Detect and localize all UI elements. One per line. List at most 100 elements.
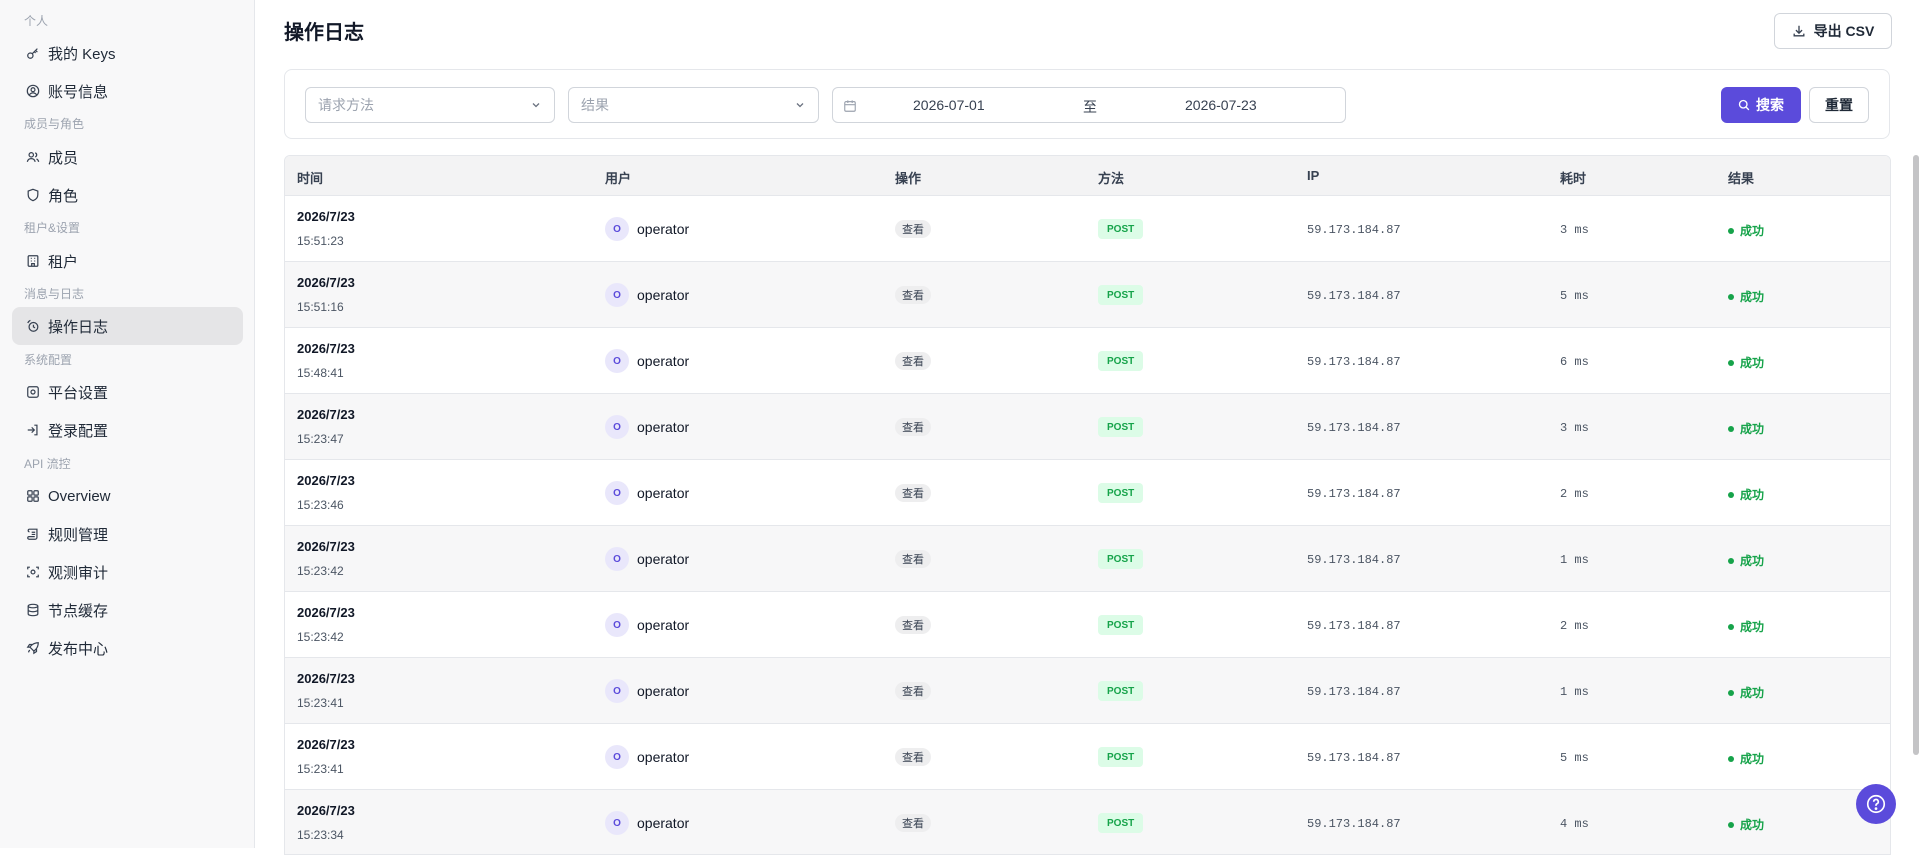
row-ip: 59.173.184.87 xyxy=(1307,553,1401,567)
table-row[interactable]: 2026/7/23 15:51:23 Ooperator 查看 POST 59.173.1… xyxy=(285,196,1890,262)
table-row[interactable]: 2026/7/23 15:23:34 Ooperator 查看 POST 59.173.1… xyxy=(285,790,1890,854)
operation-badge: 查看 xyxy=(895,616,931,634)
sidebar-item-observe[interactable]: 观测审计 xyxy=(12,553,243,591)
rocket-icon xyxy=(26,641,40,655)
search-icon xyxy=(1738,99,1750,111)
sidebar-group-system: 系统配置 xyxy=(24,353,73,367)
sidebar-item-label: 角色 xyxy=(48,187,79,205)
sidebar-item-node-cache[interactable]: 节点缓存 xyxy=(12,591,243,629)
row-user: operator xyxy=(637,221,690,237)
date-range-picker[interactable]: 2026-07-01 至 2026-07-23 xyxy=(832,87,1346,123)
sidebar-group-logs: 消息与日志 xyxy=(24,287,85,301)
sidebar-item-roles[interactable]: 角色 xyxy=(12,176,243,214)
table-row[interactable]: 2026/7/23 15:23:47 Ooperator 查看 POST 59.173.1… xyxy=(285,394,1890,460)
date-separator: 至 xyxy=(1083,99,1097,115)
sidebar-item-label: 账号信息 xyxy=(48,83,109,101)
row-result: 成功 xyxy=(1740,224,1765,238)
status-dot xyxy=(1728,425,1734,432)
search-button[interactable]: 搜索 xyxy=(1721,87,1801,123)
row-duration: 5 ms xyxy=(1560,751,1589,765)
download-icon xyxy=(1792,24,1806,38)
method-badge: POST xyxy=(1098,351,1144,371)
column-header-result[interactable]: 结果 xyxy=(1728,168,1754,187)
operation-badge: 查看 xyxy=(895,286,931,304)
row-user: operator xyxy=(637,551,690,567)
help-button[interactable] xyxy=(1856,784,1896,824)
row-result: 成功 xyxy=(1740,488,1765,502)
sidebar-item-label: 发布中心 xyxy=(48,640,109,658)
table-row[interactable]: 2026/7/23 15:23:46 Ooperator 查看 POST 59.173.1… xyxy=(285,460,1890,526)
sidebar-item-label: 成员 xyxy=(48,149,79,167)
date-from[interactable]: 2026-07-01 xyxy=(913,97,985,113)
row-user: operator xyxy=(637,485,690,501)
user-circle-icon xyxy=(26,84,40,98)
status-dot xyxy=(1728,821,1734,828)
sidebar-item-tenant[interactable]: 租户 xyxy=(12,242,243,280)
column-header-user[interactable]: 用户 xyxy=(605,168,631,187)
row-date: 2026/7/23 xyxy=(297,407,355,422)
sidebar: 个人 我的 Keys 账号信息 成员与角色 成员 角色 租户&设置 租户 消息与… xyxy=(0,0,255,848)
column-header-duration[interactable]: 耗时 xyxy=(1560,168,1586,187)
sidebar-item-my-keys[interactable]: 我的 Keys xyxy=(12,34,243,72)
row-user: operator xyxy=(637,683,690,699)
row-date: 2026/7/23 xyxy=(297,605,355,620)
column-header-operation[interactable]: 操作 xyxy=(895,168,921,187)
sidebar-group-personal: 个人 xyxy=(24,14,49,28)
method-badge: POST xyxy=(1098,417,1144,437)
log-icon xyxy=(26,319,40,333)
row-result: 成功 xyxy=(1740,818,1765,832)
avatar: O xyxy=(605,283,629,307)
sidebar-item-label: 租户 xyxy=(48,253,79,271)
table-row[interactable]: 2026/7/23 15:48:41 Ooperator 查看 POST 59.173.1… xyxy=(285,328,1890,394)
scrollbar-thumb[interactable] xyxy=(1913,155,1919,755)
method-select[interactable]: 请求方法 xyxy=(305,87,555,123)
sidebar-item-op-log[interactable]: 操作日志 xyxy=(12,307,243,345)
status-dot xyxy=(1728,359,1734,366)
method-badge: POST xyxy=(1098,219,1144,239)
result-select[interactable]: 结果 xyxy=(568,87,819,123)
table-row[interactable]: 2026/7/23 15:23:42 Ooperator 查看 POST 59.173.1… xyxy=(285,592,1890,658)
date-to[interactable]: 2026-07-23 xyxy=(1185,97,1257,113)
operation-badge: 查看 xyxy=(895,418,931,436)
operation-badge: 查看 xyxy=(895,748,931,766)
table-row[interactable]: 2026/7/23 15:23:42 Ooperator 查看 POST 59.173.1… xyxy=(285,526,1890,592)
sidebar-item-overview[interactable]: Overview xyxy=(12,477,243,515)
shield-icon xyxy=(26,188,40,202)
column-header-method[interactable]: 方法 xyxy=(1098,168,1124,187)
column-header-ip[interactable]: IP xyxy=(1307,168,1319,183)
operation-badge: 查看 xyxy=(895,550,931,568)
table-header: 时间 用户 操作 方法 IP 耗时 结果 xyxy=(285,156,1890,196)
sidebar-item-rules[interactable]: 规则管理 xyxy=(12,515,243,553)
row-duration: 3 ms xyxy=(1560,223,1589,237)
row-date: 2026/7/23 xyxy=(297,671,355,686)
chevron-down-icon xyxy=(532,103,540,108)
avatar: O xyxy=(605,217,629,241)
row-ip: 59.173.184.87 xyxy=(1307,487,1401,501)
status-badge: 成功 xyxy=(1728,552,1764,569)
row-time: 15:23:41 xyxy=(297,696,344,710)
avatar: O xyxy=(605,415,629,439)
sidebar-item-label: 登录配置 xyxy=(48,422,109,440)
table-row[interactable]: 2026/7/23 15:23:41 Ooperator 查看 POST 59.173.1… xyxy=(285,724,1890,790)
reset-button[interactable]: 重置 xyxy=(1809,87,1869,123)
sidebar-item-login-config[interactable]: 登录配置 xyxy=(12,411,243,449)
sidebar-item-members[interactable]: 成员 xyxy=(12,138,243,176)
method-badge: POST xyxy=(1098,483,1144,503)
sidebar-item-platform[interactable]: 平台设置 xyxy=(12,373,243,411)
column-header-time[interactable]: 时间 xyxy=(297,168,323,187)
row-user: operator xyxy=(637,815,690,831)
row-date: 2026/7/23 xyxy=(297,803,355,818)
sidebar-item-account[interactable]: 账号信息 xyxy=(12,72,243,110)
help-icon xyxy=(1866,794,1886,814)
row-duration: 2 ms xyxy=(1560,487,1589,501)
method-badge: POST xyxy=(1098,681,1144,701)
table-row[interactable]: 2026/7/23 15:23:41 Ooperator 查看 POST 59.173.1… xyxy=(285,658,1890,724)
avatar: O xyxy=(605,349,629,373)
export-csv-button[interactable]: 导出 CSV xyxy=(1774,13,1892,49)
row-ip: 59.173.184.87 xyxy=(1307,619,1401,633)
main-content: 操作日志 导出 CSV 请求方法 结果 2026-07-01 至 2026-07… xyxy=(256,0,1920,855)
row-date: 2026/7/23 xyxy=(297,341,355,356)
row-time: 15:23:34 xyxy=(297,828,344,842)
table-row[interactable]: 2026/7/23 15:51:16 Ooperator 查看 POST 59.173.1… xyxy=(285,262,1890,328)
sidebar-item-publish[interactable]: 发布中心 xyxy=(12,629,243,667)
